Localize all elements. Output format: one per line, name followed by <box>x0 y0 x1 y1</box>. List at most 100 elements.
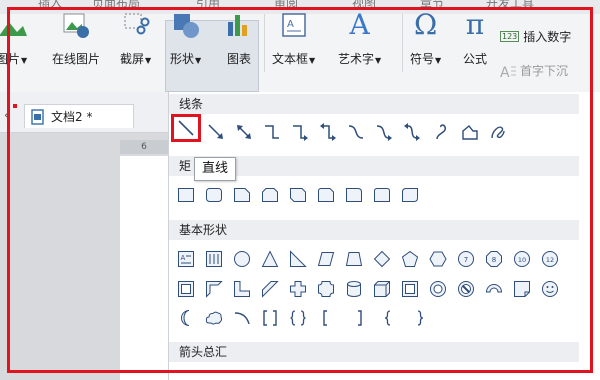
text-box-shape[interactable]: A <box>177 250 195 268</box>
online-picture-button[interactable]: 在线图片 <box>52 10 100 67</box>
scissors-icon <box>121 10 151 40</box>
wordart-icon: A <box>345 10 375 40</box>
shapes-button[interactable]: 形状▼ <box>170 10 201 67</box>
block-arc-shape[interactable] <box>485 280 503 298</box>
curve-shape[interactable] <box>433 123 451 141</box>
svg-text:A: A <box>181 254 186 262</box>
screenshot-label: 截屏 <box>120 52 145 66</box>
octagon-shape[interactable]: 8 <box>485 250 503 268</box>
right-bracket-shape[interactable] <box>351 309 369 327</box>
elbow-arrow-connector-shape[interactable] <box>291 123 309 141</box>
arc-shape[interactable] <box>233 309 251 327</box>
shapes-label: 形状 <box>170 52 195 66</box>
folded-corner-shape[interactable] <box>513 280 531 298</box>
symbol-label: 符号 <box>410 52 435 66</box>
left-bracket-shape[interactable] <box>317 309 335 327</box>
cross-shape[interactable] <box>289 280 307 298</box>
round-single-corner-rectangle-shape[interactable] <box>345 186 363 204</box>
curved-arrow-connector-shape[interactable] <box>375 123 393 141</box>
tooltip: 直线 <box>194 157 236 181</box>
double-arrow-shape[interactable] <box>235 123 253 141</box>
triangle-shape[interactable] <box>261 250 279 268</box>
left-brace-shape[interactable] <box>379 309 397 327</box>
snip-single-corner-rectangle-shape[interactable] <box>233 186 251 204</box>
right-triangle-shape[interactable] <box>289 250 307 268</box>
drop-cap-button[interactable]: A 首字下沉 <box>500 62 568 79</box>
tab-scroll-left-icon[interactable]: ‹ <box>4 108 9 122</box>
rounded-rectangle-shape[interactable] <box>205 186 223 204</box>
right-brace-shape[interactable] <box>411 309 429 327</box>
drop-cap-label: 首字下沉 <box>520 64 569 78</box>
heptagon-badge: 7 <box>464 256 468 264</box>
formula-button[interactable]: π 公式 <box>460 10 490 67</box>
dodecagon-shape[interactable]: 12 <box>541 250 559 268</box>
curved-double-arrow-connector-shape[interactable] <box>403 123 421 141</box>
snip-round-rectangle-shape[interactable] <box>317 186 335 204</box>
can-shape[interactable] <box>345 280 363 298</box>
parallelogram-shape[interactable] <box>317 250 335 268</box>
freeform-shape[interactable] <box>461 123 479 141</box>
snip-diagonal-rectangle-shape[interactable] <box>289 186 307 204</box>
no-symbol-shape[interactable] <box>457 280 475 298</box>
section-lines-header: 线条 <box>169 94 579 114</box>
bevel-shape[interactable] <box>401 280 419 298</box>
moon-shape[interactable] <box>177 309 195 327</box>
ruler-mark: 6 <box>141 142 147 152</box>
screenshot-button[interactable]: 截屏▼ <box>120 10 151 67</box>
round-same-side-rectangle-shape[interactable] <box>373 186 391 204</box>
document-tab[interactable]: 文档2 * <box>24 104 134 128</box>
rectangle-shape[interactable] <box>177 186 195 204</box>
round-diagonal-rectangle-shape[interactable] <box>401 186 419 204</box>
section-arrows-header: 箭头总汇 <box>169 342 579 362</box>
chart-icon <box>224 10 254 40</box>
document-page[interactable] <box>120 156 168 380</box>
shapes-icon <box>171 10 201 40</box>
pentagon-shape[interactable] <box>401 250 419 268</box>
tab-developer[interactable]: 开发工具 <box>486 0 534 11</box>
wordart-glyph: A <box>349 8 370 41</box>
section-basic-shapes-header: 基本形状 <box>169 220 579 240</box>
half-frame-shape[interactable] <box>205 280 223 298</box>
decagon-shape[interactable]: 10 <box>513 250 531 268</box>
l-shape[interactable] <box>233 280 251 298</box>
diagonal-stripe-shape[interactable] <box>261 280 279 298</box>
frame-shape[interactable] <box>177 280 195 298</box>
plaque-shape[interactable] <box>317 280 335 298</box>
symbol-button[interactable]: Ω 符号▼ <box>410 10 441 67</box>
curved-connector-shape[interactable] <box>347 123 365 141</box>
double-brace-shape[interactable] <box>289 309 307 327</box>
line-shape-highlight <box>171 114 201 142</box>
textbox-button[interactable]: A 文本框▼ <box>272 10 315 67</box>
omega-icon: Ω <box>411 10 441 40</box>
wordart-label: 艺术字 <box>338 52 375 66</box>
smiley-face-shape[interactable] <box>541 280 559 298</box>
online-picture-label: 在线图片 <box>52 52 101 66</box>
ribbon-separator <box>402 14 403 72</box>
snip-same-side-rectangle-shape[interactable] <box>261 186 279 204</box>
document-icon <box>31 108 44 125</box>
octagon-badge: 8 <box>492 256 496 264</box>
cloud-shape[interactable] <box>205 309 223 327</box>
cube-shape[interactable] <box>373 280 391 298</box>
diamond-shape[interactable] <box>373 250 391 268</box>
arrow-shape[interactable] <box>207 123 225 141</box>
scribble-shape[interactable] <box>489 123 507 141</box>
wordart-button[interactable]: A 艺术字▼ <box>338 10 381 67</box>
heptagon-shape[interactable]: 7 <box>457 250 475 268</box>
vertical-text-box-shape[interactable] <box>205 250 223 268</box>
elbow-double-arrow-connector-shape[interactable] <box>319 123 337 141</box>
picture-button[interactable]: 图片▼ <box>0 10 27 67</box>
double-bracket-shape[interactable] <box>261 309 279 327</box>
insert-number-button[interactable]: 123 插入数字 <box>500 28 571 45</box>
chart-button[interactable]: 图表 <box>224 10 254 67</box>
annotation-dot <box>13 104 17 108</box>
elbow-connector-shape[interactable] <box>263 123 281 141</box>
trapezoid-shape[interactable] <box>345 250 363 268</box>
picture-label: 图片 <box>0 52 21 66</box>
oval-shape[interactable] <box>233 250 251 268</box>
donut-shape[interactable] <box>429 280 447 298</box>
hexagon-shape[interactable] <box>429 250 447 268</box>
textbox-label: 文本框 <box>272 52 309 66</box>
ruler: 6 <box>120 140 168 154</box>
svg-text:A: A <box>287 19 294 30</box>
